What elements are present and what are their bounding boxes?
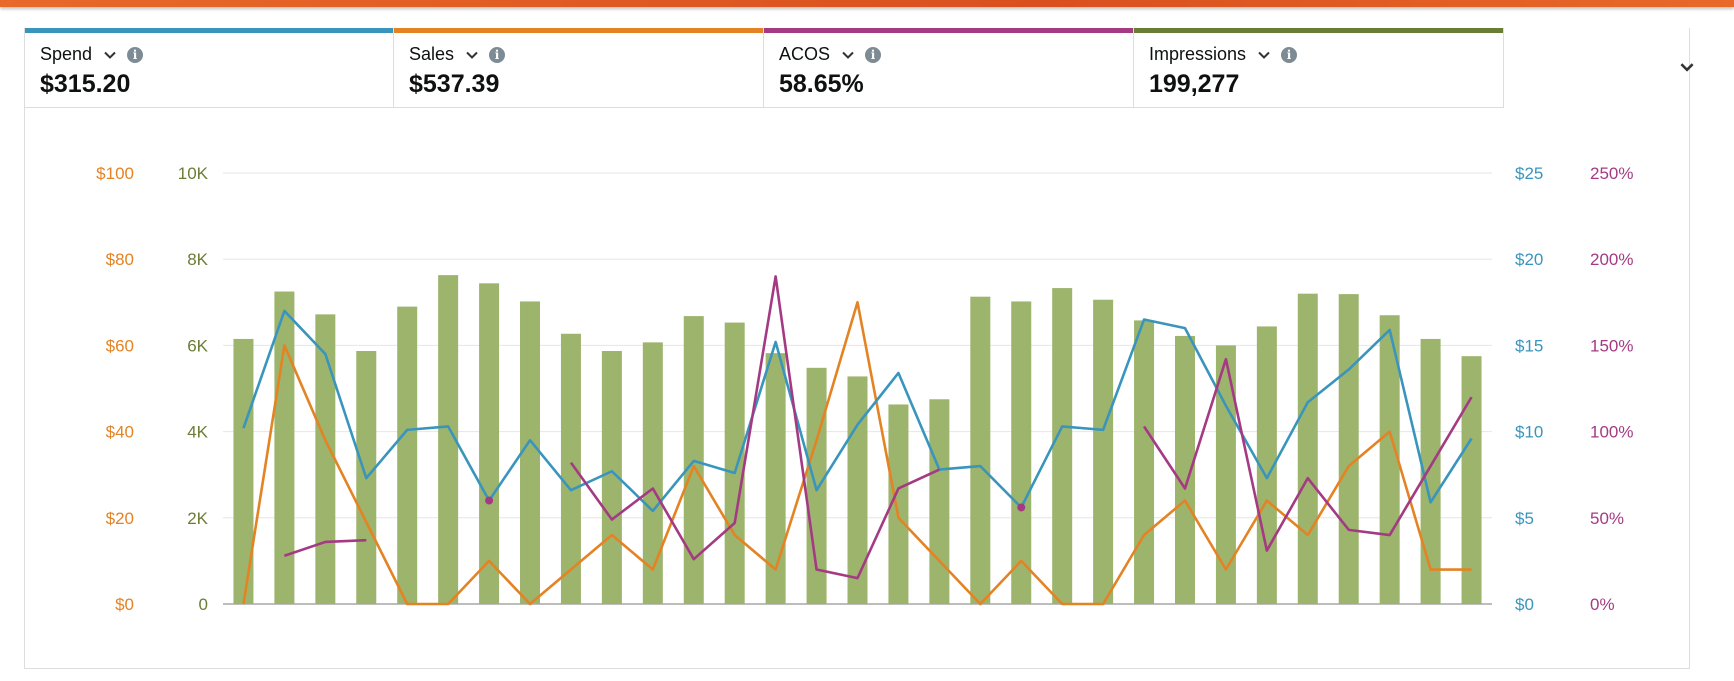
spend-axis-tick-label: $5 (1515, 509, 1534, 528)
performance-chart: $0 $20 $40 $60 $80 $100 0 2K 4K 6K 8K 10K $0 $5 $10 $15… (96, 164, 1633, 614)
acos-axis-tick-label: 100% (1590, 423, 1633, 442)
impressions-bar (1052, 288, 1073, 604)
impressions-bar (1011, 301, 1032, 604)
sales-axis-tick-label: $40 (106, 423, 134, 442)
impressions-axis-tick-label: 2K (187, 509, 208, 528)
acos-axis-tick-label: 0% (1590, 595, 1615, 614)
spend-axis-tick-label: $0 (1515, 595, 1534, 614)
impressions-bar (970, 296, 991, 604)
sales-axis-tick-label: $100 (96, 164, 134, 183)
impressions-bar (1338, 294, 1359, 604)
sales-axis-tick-label: $60 (106, 336, 134, 355)
impressions-bar (929, 399, 950, 604)
impressions-bar (274, 291, 295, 604)
impressions-bar (1297, 293, 1318, 604)
impressions-bar (1461, 356, 1482, 604)
spend-axis-tick-label: $20 (1515, 250, 1543, 269)
acos-line (569, 275, 940, 580)
acos-point (485, 496, 494, 505)
acos-axis-tick-label: 200% (1590, 250, 1633, 269)
impressions-axis-tick-label: 8K (187, 250, 208, 269)
impressions-bar (479, 283, 500, 604)
spend-axis-tick-label: $15 (1515, 336, 1543, 355)
impressions-axis-tick-label: 4K (187, 423, 208, 442)
impressions-bar (397, 306, 418, 604)
impressions-bar (1134, 320, 1155, 604)
spend-axis-tick-label: $25 (1515, 164, 1543, 183)
impressions-axis-tick-label: 10K (178, 164, 209, 183)
sales-axis-tick-label: $20 (106, 509, 134, 528)
acos-axis-tick-label: 250% (1590, 164, 1633, 183)
impressions-axis-tick-label: 0 (199, 595, 208, 614)
acos-point (1017, 503, 1026, 512)
impressions-bar (724, 322, 745, 604)
impressions-bar (847, 376, 868, 604)
acos-axis-tick-label: 150% (1590, 336, 1633, 355)
sales-axis-tick-label: $0 (115, 595, 134, 614)
spend-axis-tick-label: $10 (1515, 423, 1543, 442)
sales-axis-tick-label: $80 (106, 250, 134, 269)
impressions-bar (1093, 299, 1114, 604)
impressions-axis-tick-label: 6K (187, 336, 208, 355)
acos-axis-tick-label: 50% (1590, 509, 1624, 528)
